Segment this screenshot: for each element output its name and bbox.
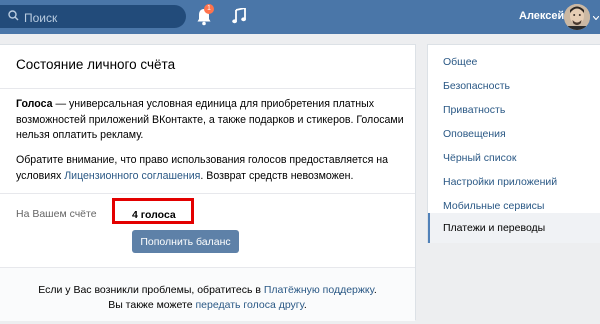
- divider: [0, 88, 415, 89]
- top-up-balance-button[interactable]: Пополнить баланс: [132, 230, 239, 253]
- notice-text-end: . Возврат средств невозможен.: [200, 169, 354, 182]
- divider: [0, 193, 415, 194]
- music-icon[interactable]: [232, 8, 246, 24]
- account-label: На Вашем счёте: [16, 208, 97, 220]
- transfer-line: Вы также можете передать голоса другу.: [0, 299, 415, 311]
- menu-item-mobile-services[interactable]: Мобильные сервисы: [443, 200, 544, 212]
- support-text-end: .: [373, 284, 377, 296]
- votes-definition: — универсальная условная единица для при…: [16, 98, 404, 141]
- top-bar: 1 Алексей: [0, 0, 600, 34]
- menu-item-app-settings[interactable]: Настройки приложений: [443, 176, 557, 188]
- notification-badge: 1: [204, 4, 214, 14]
- user-name[interactable]: Алексей: [519, 10, 564, 22]
- transfer-text: Вы также можете: [108, 299, 196, 311]
- menu-item-payments-label: Платежи и переводы: [443, 222, 546, 234]
- transfer-votes-link[interactable]: передать голоса другу: [196, 299, 304, 311]
- votes-term: Голоса: [16, 98, 53, 110]
- support-text: Если у Вас возникли проблемы, обратитесь…: [38, 284, 264, 296]
- account-balance: 4 голоса: [132, 209, 176, 221]
- avatar[interactable]: [564, 4, 590, 30]
- menu-item-security[interactable]: Безопасность: [443, 80, 510, 92]
- menu-item-notifications[interactable]: Оповещения: [443, 128, 506, 140]
- menu-item-general[interactable]: Общее: [443, 56, 477, 68]
- menu-item-blacklist[interactable]: Чёрный список: [443, 152, 516, 164]
- balance-card: Состояние личного счёта Голоса — универс…: [0, 44, 416, 321]
- search-input[interactable]: [22, 7, 176, 28]
- menu-item-payments[interactable]: Платежи и переводы: [428, 213, 600, 243]
- menu-item-privacy[interactable]: Приватность: [443, 104, 505, 116]
- support-line: Если у Вас возникли проблемы, обратитесь…: [0, 284, 415, 296]
- support-footer: Если у Вас возникли проблемы, обратитесь…: [0, 267, 415, 321]
- transfer-text-end: .: [303, 299, 307, 311]
- license-notice: Обратите внимание, что право использован…: [16, 153, 404, 184]
- search-icon: [8, 10, 19, 21]
- chevron-down-icon[interactable]: [593, 16, 599, 20]
- payment-support-link[interactable]: Платёжную поддержку: [264, 284, 374, 296]
- settings-menu: Общее Безопасность Приватность Оповещени…: [427, 44, 600, 243]
- page-title: Состояние личного счёта: [16, 57, 176, 72]
- votes-description: Голоса — универсальная условная единица …: [16, 97, 404, 144]
- license-agreement-link[interactable]: Лицензионного соглашения: [64, 170, 200, 182]
- avatar-face-icon: [564, 4, 590, 30]
- search-box[interactable]: [0, 5, 186, 28]
